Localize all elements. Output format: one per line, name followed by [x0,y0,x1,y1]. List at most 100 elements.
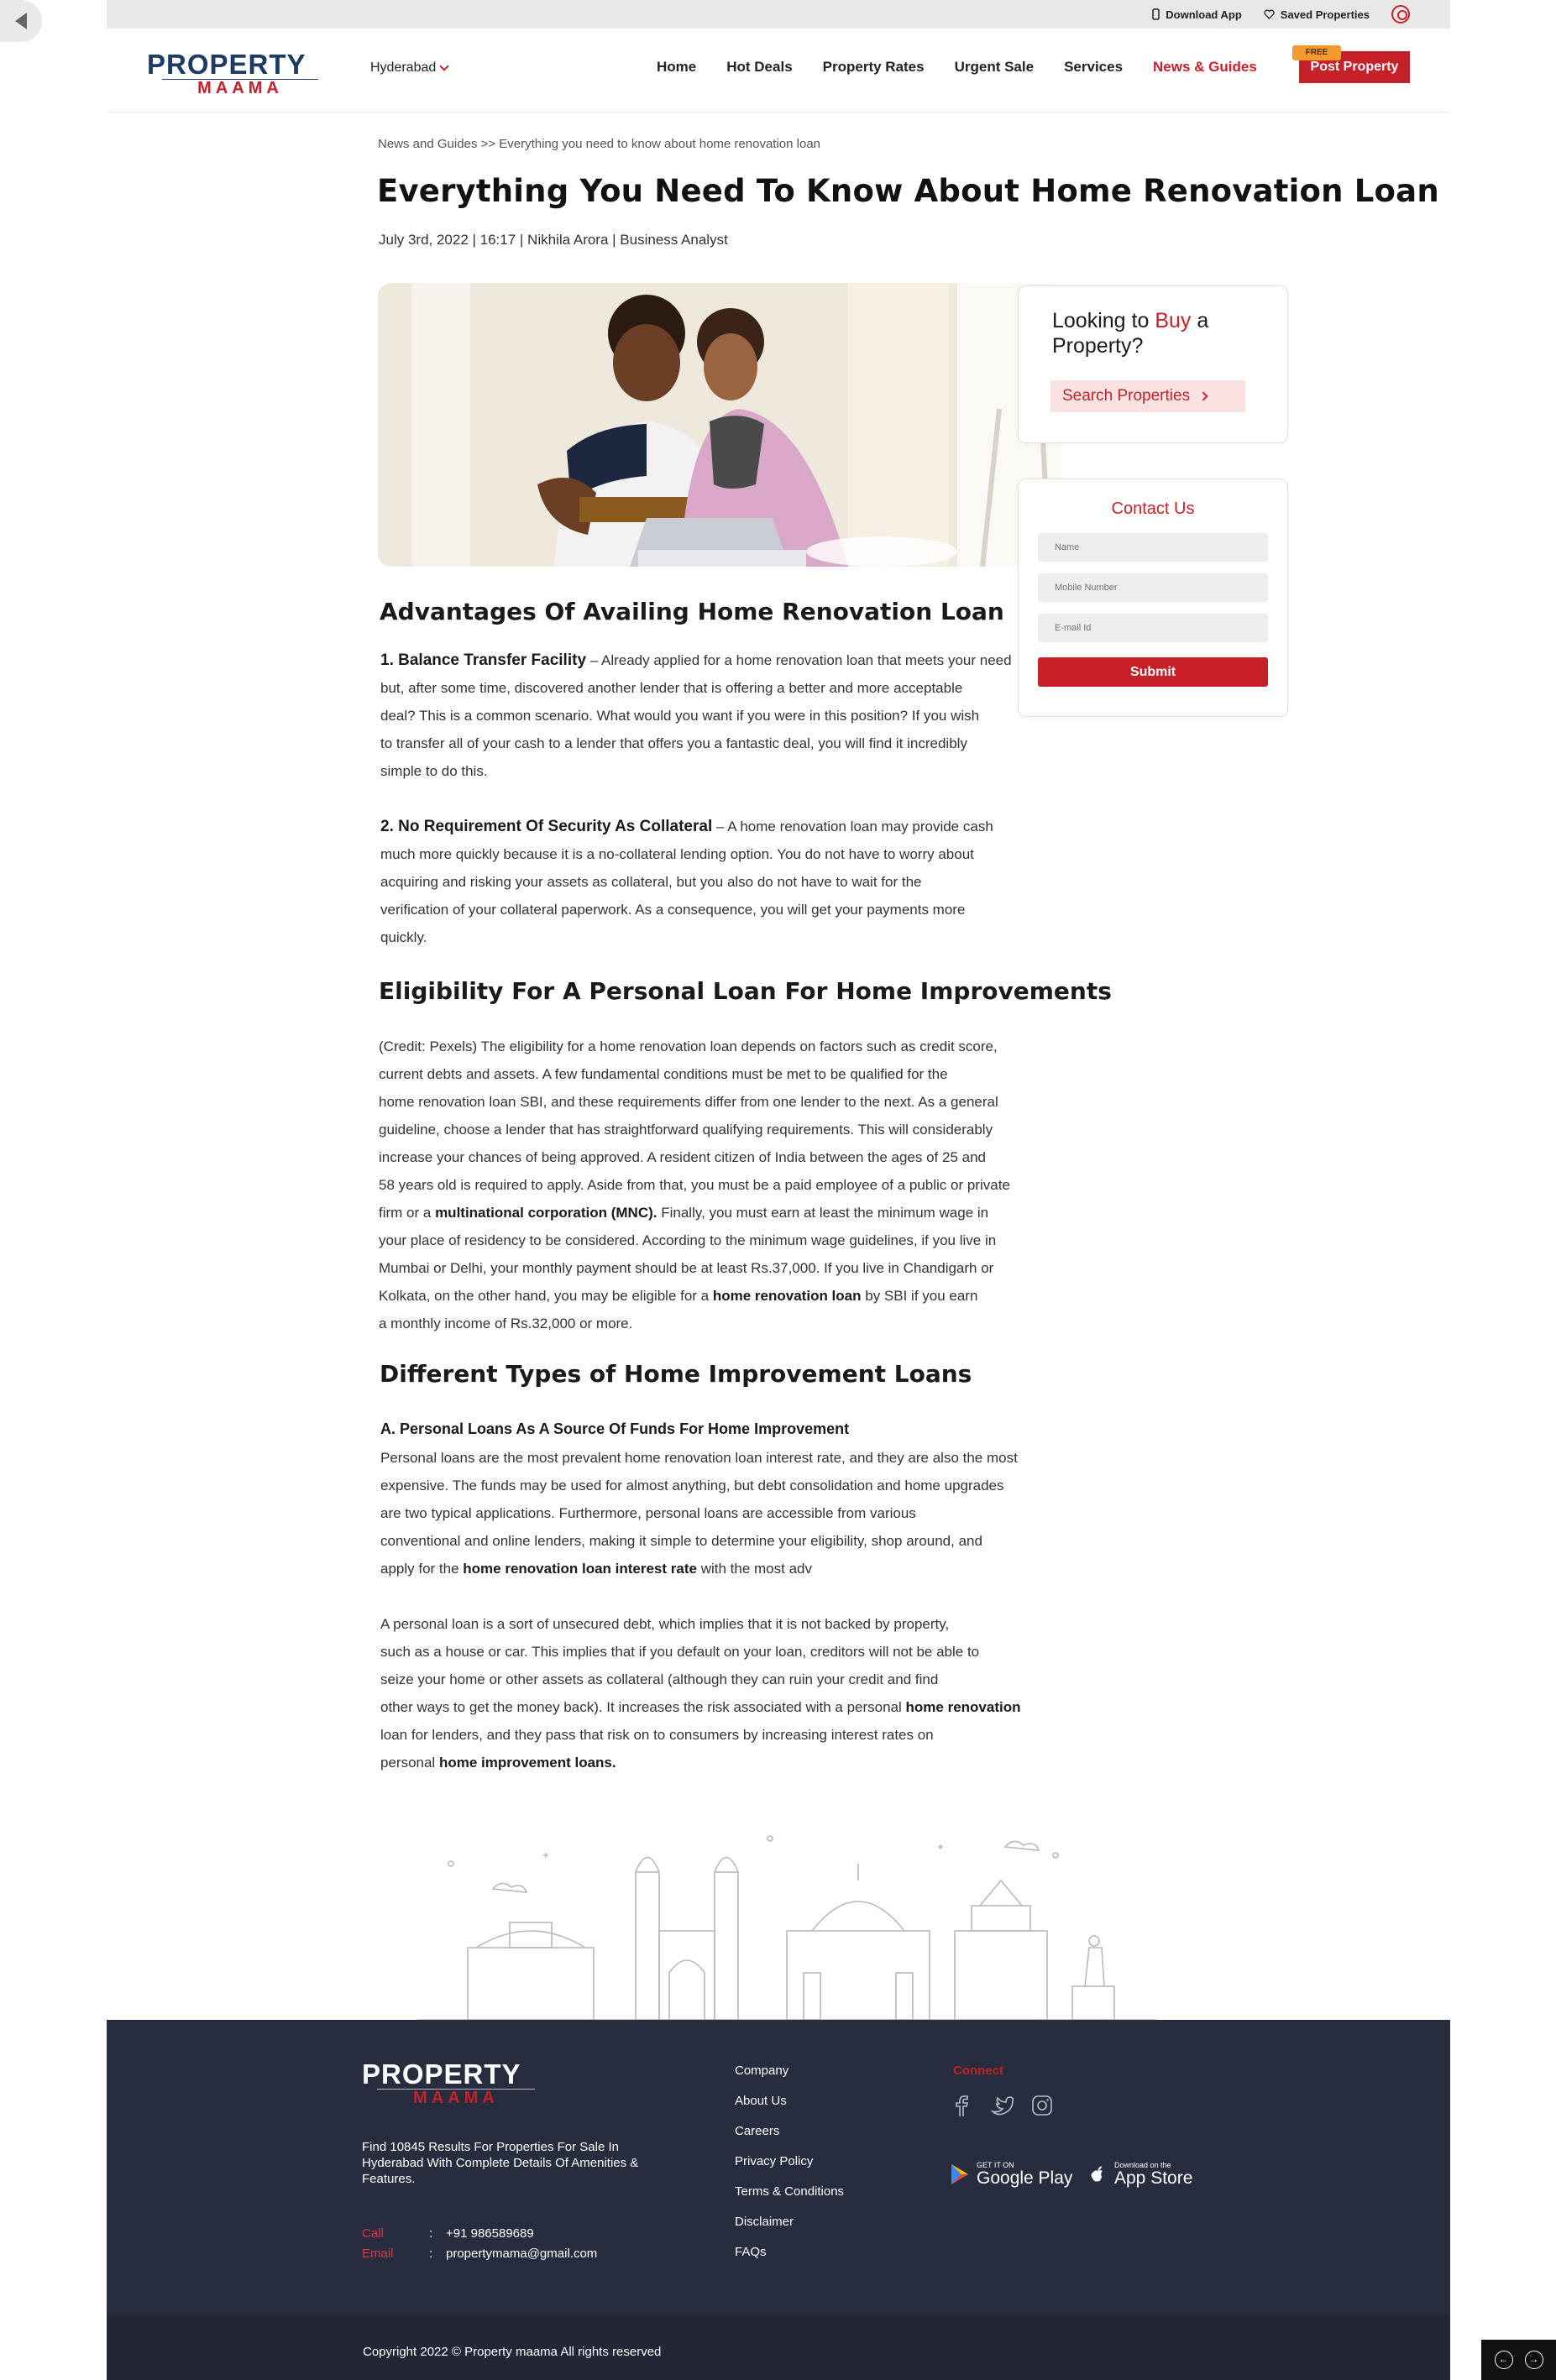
text-line: your place of residency to be considered… [379,1232,997,1248]
text-line: to transfer all of your cash to a lender… [380,735,967,751]
couple-with-laptop-illustration [378,283,1061,567]
user-account-icon[interactable] [1391,5,1410,24]
email-field[interactable] [1038,614,1268,642]
twitter-icon[interactable] [990,2094,1017,2117]
download-app-label: Download App [1166,8,1242,21]
app-store-big: App Store [1114,2168,1193,2188]
nav-property-rates[interactable]: Property Rates [823,59,925,76]
submit-button[interactable]: Submit [1038,657,1268,687]
text-line: much more quickly because it is a no-col… [380,846,974,862]
text-line: deal? This is a common scenario. What wo… [380,708,980,724]
previous-page-icon[interactable]: ← [1494,2351,1513,2369]
breadcrumb[interactable]: News and Guides >> Everything you need t… [378,137,820,151]
text-line: – A home renovation loan may provide cas… [712,819,993,834]
chevron-down-icon [439,61,449,71]
text-line: simple to do this. [380,763,488,779]
text-line: quickly. [380,929,427,945]
footer-link-company[interactable]: Company [735,2064,844,2094]
email-label: Email [362,2247,394,2261]
apple-icon [1091,2166,1103,2182]
google-play-badge[interactable]: GET IT ON Google Play [950,2158,1072,2191]
footer-link-privacy[interactable]: Privacy Policy [735,2154,844,2184]
app-store-badge[interactable]: Download on the App Store [1087,2158,1192,2191]
facebook-icon[interactable] [950,2094,973,2117]
eligibility-paragraph: (Credit: Pexels) The eligibility for a h… [379,1033,1010,1337]
heading-advantages: Advantages Of Availing Home Renovation L… [380,598,1004,625]
hero-image [378,283,1061,567]
text-line: apply for the home renovation loan inter… [380,1561,812,1577]
mobile-field[interactable] [1038,573,1268,602]
city-selector[interactable]: Hyderabad [370,60,449,76]
footer-logo-top: PROPERTY [362,2058,521,2090]
advantage-1-paragraph: 1. Balance Transfer Facility – Already a… [380,646,1012,785]
text-line: firm or a multinational corporation (MNC… [379,1205,989,1221]
saved-properties-label: Saved Properties [1280,8,1370,21]
social-links [950,2094,1054,2117]
call-value[interactable]: +91 986589689 [446,2226,534,2241]
nav-news-guides[interactable]: News & Guides [1153,59,1257,76]
footer-link-terms[interactable]: Terms & Conditions [735,2184,844,2215]
home-renovation-highlight[interactable]: home renovation [906,1699,1021,1715]
logo-text-bottom: MAAMA [162,79,318,97]
footer-link-about[interactable]: About Us [735,2094,844,2124]
home-improvement-loans-highlight[interactable]: home improvement loans. [439,1755,616,1771]
saved-properties-link[interactable]: Saved Properties [1264,8,1370,21]
page-navigation: ← → [1481,2340,1556,2380]
footer-logo-bottom: MAAMA [377,2089,535,2106]
buy-property-heading: Looking to Buy a Property? [1052,309,1209,358]
advantage-2-paragraph: 2. No Requirement Of Security As Collate… [380,813,993,951]
nav-hot-deals[interactable]: Hot Deals [726,59,792,76]
text-line: Personal loans are the most prevalent ho… [380,1450,1018,1466]
nav-home[interactable]: Home [657,59,696,76]
city-skyline-illustration [417,1835,1156,2021]
text-line: A personal loan is a sort of unsecured d… [380,1616,950,1632]
text-line: conventional and online lenders, making … [380,1533,982,1549]
text-line: current debts and assets. A few fundamen… [379,1066,948,1082]
contact-card: Contact Us Submit [1018,479,1288,717]
text-line: increase your chances of being approved.… [379,1149,986,1165]
footer-links: Company About Us Careers Privacy Policy … [735,2064,844,2275]
site-header: PROPERTY MAAMA Hyderabad Home Hot Deals … [107,29,1450,112]
interest-rate-link[interactable]: home renovation loan interest rate [463,1561,697,1577]
footer-link-careers[interactable]: Careers [735,2124,844,2154]
text-line: 58 years old is required to apply. Aside… [379,1177,1010,1193]
buy-property-card: Looking to Buy a Property? Search Proper… [1018,285,1288,443]
contact-heading: Contact Us [1111,500,1195,518]
search-properties-button[interactable]: Search Properties [1050,380,1245,412]
text-line: guideline, choose a lender that has stra… [379,1122,993,1138]
page-title: Everything You Need To Know About Home R… [377,173,1439,209]
nav-services[interactable]: Services [1064,59,1123,76]
instagram-icon[interactable] [1030,2094,1054,2117]
download-app-link[interactable]: Download App [1152,8,1242,21]
article-meta: July 3rd, 2022 | 16:17 | Nikhila Arora |… [379,232,728,248]
search-properties-label: Search Properties [1062,387,1191,405]
connect-heading: Connect [953,2064,1003,2078]
footer-email: Email: propertymama@gmail.com [362,2247,598,2261]
footer-bottom-bar: Copyright 2022 © Property maama All righ… [107,2314,1450,2380]
text-line: loan for lenders, and they pass that ris… [380,1727,934,1743]
footer-link-faqs[interactable]: FAQs [735,2245,844,2275]
text-line: (Credit: Pexels) The eligibility for a h… [379,1038,998,1054]
types-subheading: A. Personal Loans As A Source Of Funds F… [380,1420,850,1437]
footer-link-disclaimer[interactable]: Disclaimer [735,2215,844,2245]
email-value[interactable]: propertymama@gmail.com [446,2247,597,2261]
home-renovation-loan-link[interactable]: home renovation loan [713,1288,862,1304]
back-handle[interactable] [0,0,42,42]
text-line: – Already applied for a home renovation … [586,652,1012,668]
text-line: expensive. The funds may be used for alm… [380,1478,1004,1493]
text-line: acquiring and risking your assets as col… [380,874,922,890]
top-utility-bar: Download App Saved Properties [107,0,1450,29]
logo[interactable]: PROPERTY MAAMA [147,50,333,97]
text-line: a monthly income of Rs.32,000 or more. [379,1316,633,1331]
text-line: other ways to get the money back). It in… [380,1699,1021,1715]
back-arrow-icon [15,13,27,29]
page-shell: Download App Saved Properties PROPERTY M… [107,0,1450,2380]
text-line: are two typical applications. Furthermor… [380,1505,916,1521]
name-field[interactable] [1038,533,1268,562]
nav-urgent-sale[interactable]: Urgent Sale [955,59,1034,76]
next-page-icon[interactable]: → [1524,2351,1543,2369]
site-footer: PROPERTY MAAMA Find 10845 Results For Pr… [107,2020,1450,2314]
footer-call: Call: +91 986589689 [362,2226,534,2241]
footer-logo[interactable]: PROPERTY MAAMA [362,2060,550,2106]
heart-icon [1264,9,1275,19]
